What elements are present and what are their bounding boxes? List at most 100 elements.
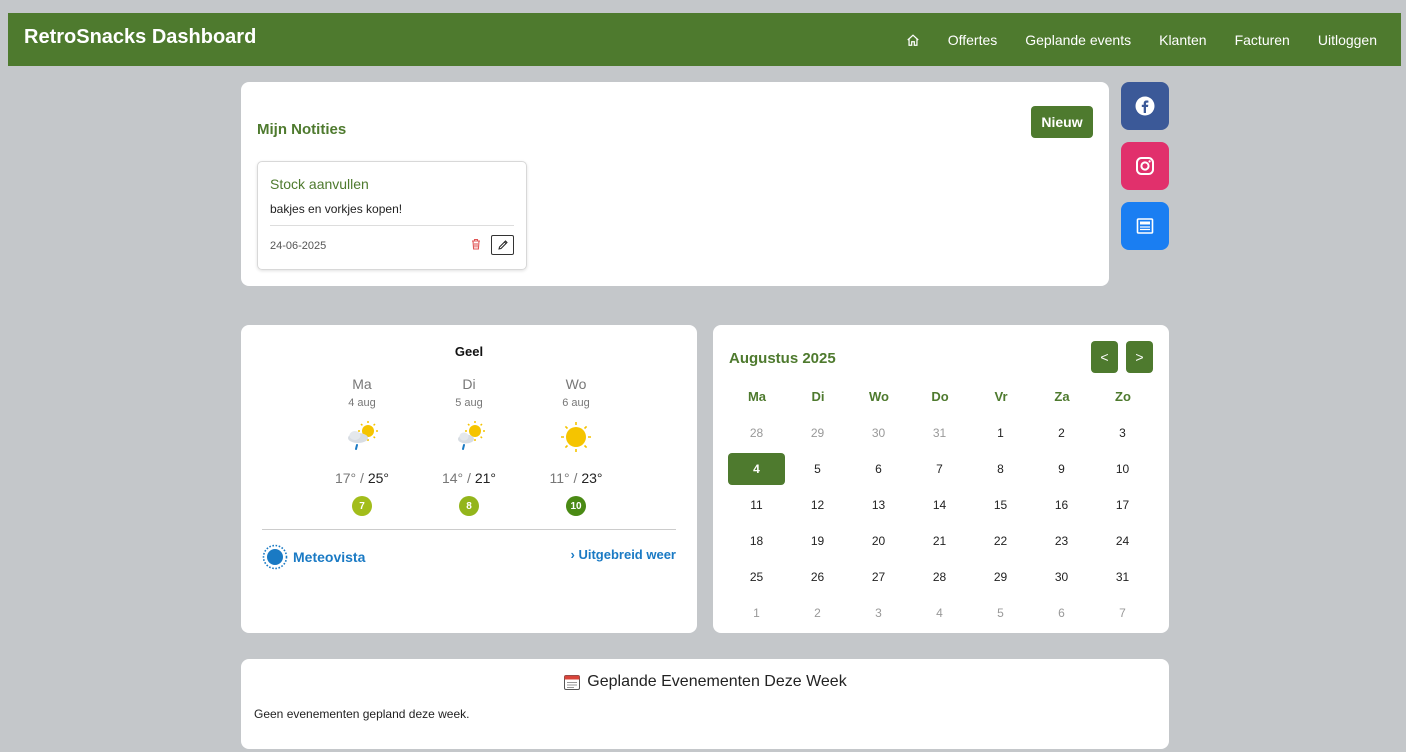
nav-offertes[interactable]: Offertes	[934, 32, 1012, 48]
calendar-day[interactable]: 29	[972, 561, 1029, 593]
calendar-day[interactable]: 27	[850, 561, 907, 593]
weather-day-name: Wo	[565, 376, 587, 392]
calendar-weekday: Di	[811, 389, 825, 404]
calendar-day[interactable]: 17	[1094, 489, 1151, 521]
calendar-day[interactable]: 2	[789, 597, 846, 629]
calendar-day[interactable]: 14	[911, 489, 968, 521]
calendar-day[interactable]: 28	[728, 417, 785, 449]
calendar-day[interactable]: 25	[728, 561, 785, 593]
extended-weather-label: Uitgebreid weer	[578, 547, 676, 562]
trash-icon[interactable]	[469, 237, 483, 251]
calendar-day[interactable]: 1	[972, 417, 1029, 449]
weather-day: Wo 6 aug 11° / 23° 10	[526, 376, 626, 516]
newsletter-button[interactable]	[1121, 202, 1169, 250]
nav-klanten[interactable]: Klanten	[1145, 32, 1220, 48]
notes-card: Mijn Notities Nieuw Stock aanvullen bakj…	[241, 82, 1109, 286]
nav-uitloggen[interactable]: Uitloggen	[1304, 32, 1391, 48]
events-card: Geplande Evenementen Deze Week Geen even…	[241, 659, 1169, 749]
weather-low-temp: 17°	[334, 470, 357, 486]
weather-low-temp: 11°	[549, 470, 570, 486]
calendar-day-today[interactable]: 4	[728, 453, 785, 485]
weather-city: Geel	[454, 344, 484, 359]
calendar-day[interactable]: 8	[972, 453, 1029, 485]
calendar-day[interactable]: 6	[850, 453, 907, 485]
weather-day: Ma 4 aug 17° / 25° 7	[312, 376, 412, 516]
calendar-day[interactable]: 6	[1033, 597, 1090, 629]
extended-weather-link[interactable]: › Uitgebreid weer	[571, 547, 676, 562]
calendar-day[interactable]: 23	[1033, 525, 1090, 557]
calendar-day[interactable]: 2	[1033, 417, 1090, 449]
calendar-day[interactable]: 28	[911, 561, 968, 593]
calendar-weekday: Zo	[1115, 389, 1131, 404]
calendar-day[interactable]: 19	[789, 525, 846, 557]
calendar-day[interactable]: 29	[789, 417, 846, 449]
edit-note-button[interactable]	[491, 235, 514, 255]
calendar-day[interactable]: 13	[850, 489, 907, 521]
calendar-day[interactable]: 3	[850, 597, 907, 629]
calendar-weekday: Vr	[994, 389, 1008, 404]
calendar-day[interactable]: 18	[728, 525, 785, 557]
new-note-button[interactable]: Nieuw	[1031, 106, 1093, 138]
weather-widget: Geel Ma 4 aug 17° / 25° 7 Di 5 aug 14° /…	[241, 325, 697, 633]
calendar-day[interactable]: 10	[1094, 453, 1151, 485]
calendar-day[interactable]: 5	[972, 597, 1029, 629]
calendar-day[interactable]: 16	[1033, 489, 1090, 521]
calendar-next-button[interactable]: >	[1126, 341, 1153, 373]
calendar-day[interactable]: 31	[1094, 561, 1151, 593]
newspaper-icon	[1136, 218, 1154, 234]
nav-geplande-events[interactable]: Geplande events	[1011, 32, 1145, 48]
calendar-day[interactable]: 30	[1033, 561, 1090, 593]
weather-high-temp: 23°	[581, 470, 603, 486]
instagram-button[interactable]	[1121, 142, 1169, 190]
meteovista-sun-icon	[262, 544, 288, 570]
weather-index-badge: 7	[352, 496, 372, 516]
calendar-day[interactable]: 30	[850, 417, 907, 449]
events-title-text: Geplande Evenementen Deze Week	[587, 673, 847, 690]
calendar-day[interactable]: 20	[850, 525, 907, 557]
calendar-day[interactable]: 4	[911, 597, 968, 629]
calendar-day[interactable]: 7	[911, 453, 968, 485]
calendar-day[interactable]: 21	[911, 525, 968, 557]
calendar-day[interactable]: 24	[1094, 525, 1151, 557]
weather-divider	[262, 529, 676, 530]
calendar-weekday: Do	[931, 389, 949, 404]
nav-home[interactable]	[892, 33, 934, 47]
calendar-weekday: Wo	[869, 389, 889, 404]
note-date: 24-06-2025	[270, 240, 327, 252]
calendar-day[interactable]: 9	[1033, 453, 1090, 485]
pencil-icon	[497, 240, 508, 250]
weather-high-temp: 21°	[474, 470, 496, 486]
calendar-day[interactable]: 7	[1094, 597, 1151, 629]
meteovista-logo[interactable]: Meteovista	[262, 544, 365, 570]
top-navbar: RetroSnacks Dashboard Offertes Geplande …	[8, 13, 1401, 66]
weather-day-name: Di	[462, 376, 476, 392]
calendar-day[interactable]: 5	[789, 453, 846, 485]
app-title: RetroSnacks Dashboard	[24, 26, 257, 48]
weather-day-name: Ma	[352, 376, 372, 392]
calendar-day[interactable]: 22	[972, 525, 1029, 557]
calendar-day[interactable]: 3	[1094, 417, 1151, 449]
weather-day-date: 5 aug	[455, 397, 483, 409]
note-divider	[270, 225, 514, 226]
calendar-title: Augustus 2025	[729, 350, 836, 367]
main-nav: Offertes Geplande events Klanten Facture…	[892, 13, 1391, 66]
calendar-day[interactable]: 1	[728, 597, 785, 629]
calendar-day[interactable]: 31	[911, 417, 968, 449]
calendar-prev-button[interactable]: <	[1091, 341, 1118, 373]
calendar-day[interactable]: 12	[789, 489, 846, 521]
facebook-button[interactable]	[1121, 82, 1169, 130]
weather-temps: 11° / 23°	[549, 470, 603, 486]
instagram-icon	[1136, 157, 1154, 175]
calendar-day[interactable]: 26	[789, 561, 846, 593]
nav-facturen[interactable]: Facturen	[1221, 32, 1304, 48]
home-icon	[907, 33, 919, 46]
calendar-weekday: Za	[1054, 389, 1070, 404]
facebook-icon	[1135, 96, 1155, 116]
weather-day-date: 4 aug	[348, 397, 376, 409]
weather-day-date: 6 aug	[562, 397, 590, 409]
calendar-widget: Augustus 2025 < > Ma Di Wo Do Vr Za Zo 28 29 30 31…	[713, 325, 1169, 633]
calendar-day[interactable]: 11	[728, 489, 785, 521]
note-card: Stock aanvullen bakjes en vorkjes kopen!…	[257, 161, 527, 270]
calendar-icon	[564, 675, 581, 690]
calendar-day[interactable]: 15	[972, 489, 1029, 521]
